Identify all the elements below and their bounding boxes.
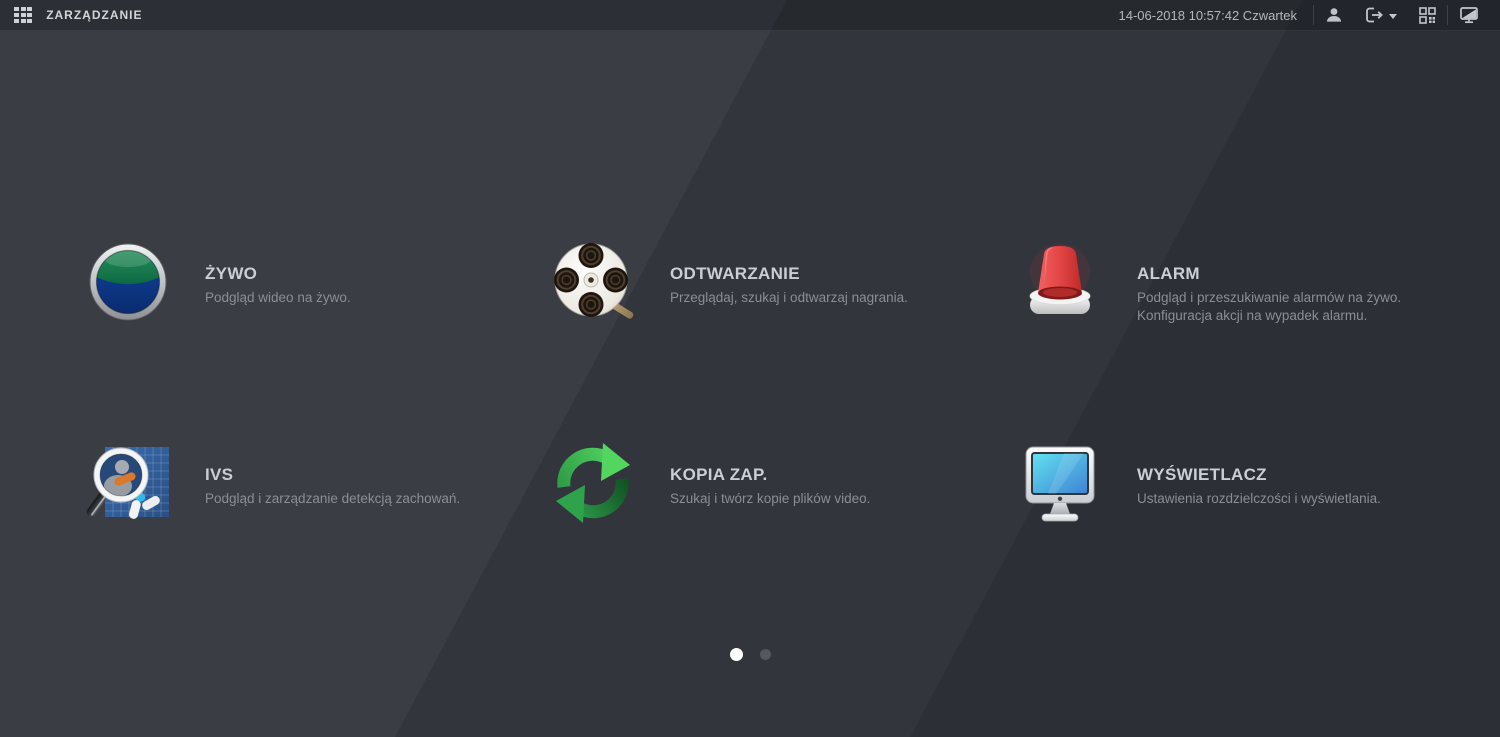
menu-item-desc: Podgląd wideo na żywo. [205, 290, 351, 305]
logout-button[interactable] [1354, 0, 1408, 30]
alarm-siren-icon [1015, 237, 1105, 327]
menu-item-desc: Podgląd i zarządzanie detekcją zachowań. [205, 491, 461, 506]
user-button[interactable] [1314, 0, 1354, 30]
menu-item-alarm[interactable]: ALARM Podgląd i przeszukiwanie alarmów n… [1015, 234, 1485, 330]
menu-item-desc: Podgląd i przeszukiwanie alarmów na żywo… [1137, 290, 1402, 305]
menu-item-live[interactable]: ŻYWO Podgląd wideo na żywo. [83, 234, 553, 330]
playback-icon [548, 237, 638, 327]
pagination-dots [0, 648, 1500, 661]
qr-code-icon [1419, 6, 1436, 24]
menu-item-playback[interactable]: ODTWARZANIE Przeglądaj, szukaj i odtwarz… [548, 234, 1018, 330]
page-dot-2[interactable] [759, 649, 771, 660]
backup-sync-icon [548, 438, 638, 528]
ivs-magnifier-icon [83, 438, 173, 528]
display-toggle-button[interactable] [1448, 0, 1490, 30]
qr-code-button[interactable] [1408, 0, 1447, 30]
menu-item-desc: Szukaj i twórz kopie plików video. [670, 491, 871, 506]
menu-item-title: ODTWARZANIE [670, 264, 800, 283]
page-dot-1[interactable] [729, 648, 743, 661]
menu-item-desc: Przeglądaj, szukaj i odtwarzaj nagrania. [670, 290, 908, 305]
display-monitor-icon [1015, 438, 1105, 528]
menu-item-display[interactable]: WYŚWIETLACZ Ustawienia rozdzielczości i … [1015, 435, 1485, 531]
chevron-down-icon [1389, 13, 1397, 19]
live-view-icon [83, 237, 173, 327]
display-toggle-icon [1460, 7, 1478, 24]
datetime-display: 14-06-2018 10:57:42 Czwartek [1118, 7, 1297, 23]
nvr-management-home: ZARZĄDZANIE 14-06-2018 10:57:42 Czwartek [0, 0, 1500, 737]
menu-item-title: IVS [205, 465, 234, 484]
menu-item-desc: Ustawienia rozdzielczości i wyświetlania… [1137, 491, 1381, 506]
apps-grid-icon[interactable] [14, 6, 33, 24]
menu-item-backup[interactable]: KOPIA ZAP. Szukaj i twórz kopie plików v… [548, 435, 1018, 531]
user-icon [1327, 8, 1341, 22]
menu-item-title: KOPIA ZAP. [670, 465, 768, 484]
menu-item-title: ALARM [1137, 264, 1200, 283]
menu-item-desc2: Konfiguracja akcji na wypadek alarmu. [1137, 308, 1368, 324]
topbar: ZARZĄDZANIE 14-06-2018 10:57:42 Czwartek [0, 0, 1500, 31]
menu-item-title: ŻYWO [205, 264, 258, 283]
logout-icon [1366, 7, 1383, 23]
page-title: ZARZĄDZANIE [46, 7, 143, 22]
menu-item-ivs[interactable]: IVS Podgląd i zarządzanie detekcją zacho… [83, 435, 553, 531]
menu-item-title: WYŚWIETLACZ [1137, 465, 1267, 484]
